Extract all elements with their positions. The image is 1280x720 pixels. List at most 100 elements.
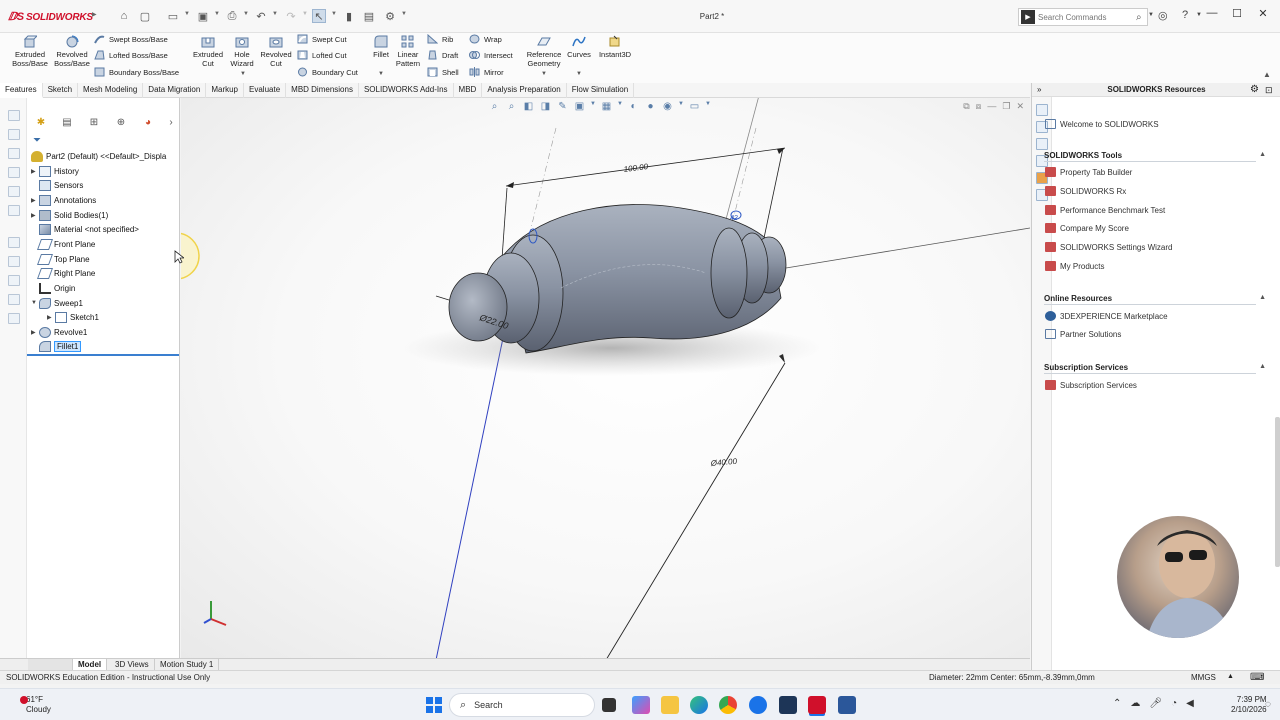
wifi-icon[interactable]: ◔ [1171, 698, 1177, 709]
curves-dropdown-icon[interactable]: ▼ [576, 71, 582, 77]
hole-wizard-dropdown-icon[interactable]: ▼ [240, 71, 246, 77]
tab-flow-simulation[interactable]: Flow Simulation [567, 83, 635, 98]
fillet-dropdown-icon[interactable]: ▼ [378, 71, 384, 77]
collapse-ribbon-chevron-icon[interactable]: ▲ [1263, 70, 1271, 79]
windows-start-icon[interactable] [425, 696, 443, 714]
tree-item-revolve1[interactable]: ▶ Revolve1 [31, 325, 87, 339]
word-app-icon[interactable] [838, 696, 856, 714]
tab-evaluate[interactable]: Evaluate [244, 83, 287, 98]
graphics-area[interactable]: ⌕ ⌕ ◧ ◨ ✎ ▣ ▼ ▦ ▼ ◐ ● ◉ ▼ ▭ ▼ ⧉ ⧈ — ❐ ✕ [181, 98, 1030, 658]
help-icon[interactable]: ? [1182, 9, 1188, 21]
collapse-chevron-icon[interactable]: ▲ [1259, 294, 1266, 301]
tree-item-sweep1[interactable]: ▼ Sweep1 [31, 296, 83, 310]
task-view-icon[interactable] [602, 698, 616, 712]
tree-item-sketch1[interactable]: ▶ Sketch1 [47, 310, 99, 324]
solidworks-taskbar-icon[interactable] [808, 696, 826, 714]
task-pane-collapse-icon[interactable]: » [1037, 85, 1041, 94]
side-tool-icon[interactable] [8, 148, 20, 159]
my-products-link[interactable]: My Products [1045, 261, 1104, 271]
task-pane-pin-icon[interactable]: ⊡ [1265, 85, 1273, 96]
feature-tree-tab-icon[interactable]: ✱ [31, 114, 51, 131]
expand-arrow-icon[interactable]: ▶ [47, 314, 55, 321]
boundary-boss-button[interactable]: Boundary Boss/Base [94, 66, 179, 78]
tab-data-migration[interactable]: Data Migration [143, 83, 207, 98]
filter-icon[interactable]: ⏷ [33, 135, 41, 146]
expand-arrow-icon[interactable]: ▶ [31, 329, 39, 336]
compare-my-score-link[interactable]: Compare My Score [1045, 223, 1129, 233]
swept-cut-button[interactable]: Swept Cut [297, 33, 347, 45]
rib-button[interactable]: Rib [427, 33, 453, 45]
side-tool-icon[interactable] [8, 294, 20, 305]
side-tool-icon[interactable] [8, 167, 20, 178]
extruded-boss-button[interactable]: Extruded Boss/Base [10, 35, 50, 68]
edge-browser-icon[interactable] [690, 696, 708, 714]
side-tool-icon[interactable] [8, 129, 20, 140]
property-tab-builder-link[interactable]: Property Tab Builder [1045, 167, 1132, 177]
collapse-chevron-icon[interactable]: ▲ [1259, 363, 1266, 370]
tab-mbd[interactable]: MBD [454, 83, 483, 98]
tab-features[interactable]: Features [0, 83, 43, 98]
onedrive-icon[interactable]: ☁ [1130, 698, 1140, 709]
tree-item-material[interactable]: Material <not specified> [31, 222, 139, 236]
search-commands-box[interactable]: ▶ ⌕ [1018, 8, 1148, 26]
configuration-manager-tab-icon[interactable]: ⊞ [84, 114, 104, 131]
notification-bell-icon[interactable]: ◌ [1265, 699, 1271, 710]
tree-item-fillet1[interactable]: Fillet1 [31, 339, 82, 353]
tab-mbd-dimensions[interactable]: MBD Dimensions [286, 83, 359, 98]
tree-item-origin[interactable]: Origin [31, 281, 75, 295]
tab-analysis-preparation[interactable]: Analysis Preparation [482, 83, 567, 98]
search-commands-input[interactable] [1038, 12, 1136, 22]
expand-arrow-icon[interactable]: ▶ [31, 168, 39, 175]
swept-boss-button[interactable]: Swept Boss/Base [94, 33, 168, 45]
more-tabs-chevron-icon[interactable]: › [161, 114, 181, 131]
reference-geometry-dropdown-icon[interactable]: ▼ [541, 71, 547, 77]
chrome-icon[interactable] [719, 696, 737, 714]
user-account-icon[interactable]: ◎ [1158, 9, 1168, 22]
lofted-cut-button[interactable]: Lofted Cut [297, 49, 347, 61]
tree-item-right-plane[interactable]: Right Plane [31, 266, 95, 280]
weather-widget[interactable]: 61°F Cloudy [20, 695, 51, 715]
section-subscription-services[interactable]: Subscription Services ▲ [1044, 363, 1266, 372]
reference-geometry-button[interactable]: Reference Geometry [524, 35, 564, 68]
search-dropdown-icon[interactable]: ▼ [1148, 12, 1154, 18]
curves-button[interactable]: Curves [564, 35, 594, 59]
wrap-button[interactable]: Wrap [469, 33, 502, 45]
side-tool-icon[interactable] [8, 275, 20, 286]
magnifier-icon[interactable]: ⌕ [1136, 12, 1142, 23]
task-pane-options-gear-icon[interactable]: ⚙ [1250, 84, 1259, 95]
tray-overflow-icon[interactable]: ⌃ [1113, 698, 1121, 709]
side-tool-icon[interactable] [8, 313, 20, 324]
unit-system-selector[interactable]: MMGS [1191, 673, 1216, 682]
revolved-cut-button[interactable]: Revolved Cut [256, 35, 296, 68]
dimension-length-text[interactable]: 100.00 [623, 162, 649, 174]
side-tool-icon[interactable] [8, 110, 20, 121]
partner-solutions-link[interactable]: Partner Solutions [1045, 329, 1121, 339]
maximize-button[interactable]: ☐ [1227, 7, 1247, 25]
linear-pattern-button[interactable]: Linear Pattern [392, 35, 424, 68]
tab-mesh-modeling[interactable]: Mesh Modeling [78, 83, 144, 98]
dimxpert-tab-icon[interactable]: ⊕ [111, 114, 131, 131]
status-customize-icon[interactable]: ⌨ [1250, 672, 1264, 683]
copilot-icon[interactable] [632, 696, 650, 714]
tree-root-part[interactable]: Part2 (Default) <<Default>_Displa [31, 149, 166, 163]
revolved-boss-button[interactable]: Revolved Boss/Base [52, 35, 92, 68]
mirror-button[interactable]: Mirror [469, 66, 504, 78]
volume-icon[interactable]: ◀ [1186, 698, 1194, 709]
units-dropdown-icon[interactable]: ▲ [1227, 673, 1234, 680]
taskbar-clock[interactable]: 7:39 PM 2/10/2026 [1231, 695, 1267, 715]
side-tool-icon[interactable] [8, 237, 20, 248]
minimize-button[interactable]: — [1202, 7, 1222, 25]
performance-benchmark-link[interactable]: Performance Benchmark Test [1045, 205, 1165, 215]
subscription-services-link[interactable]: Subscription Services [1045, 380, 1137, 390]
tree-item-history[interactable]: ▶ History [31, 164, 79, 178]
property-manager-tab-icon[interactable]: ▤ [57, 114, 77, 131]
right-fillet-face[interactable] [710, 227, 748, 319]
welcome-link[interactable]: Welcome to SOLIDWORKS [1045, 119, 1159, 129]
boundary-cut-button[interactable]: Boundary Cut [297, 66, 358, 78]
instant3d-button[interactable]: Instant3D [597, 35, 633, 59]
solidworks-rx-link[interactable]: SOLIDWORKS Rx [1045, 186, 1126, 196]
shell-button[interactable]: Shell [427, 66, 459, 78]
tree-item-top-plane[interactable]: Top Plane [31, 252, 90, 266]
settings-app-icon[interactable] [749, 696, 767, 714]
lofted-boss-button[interactable]: Lofted Boss/Base [94, 49, 168, 61]
